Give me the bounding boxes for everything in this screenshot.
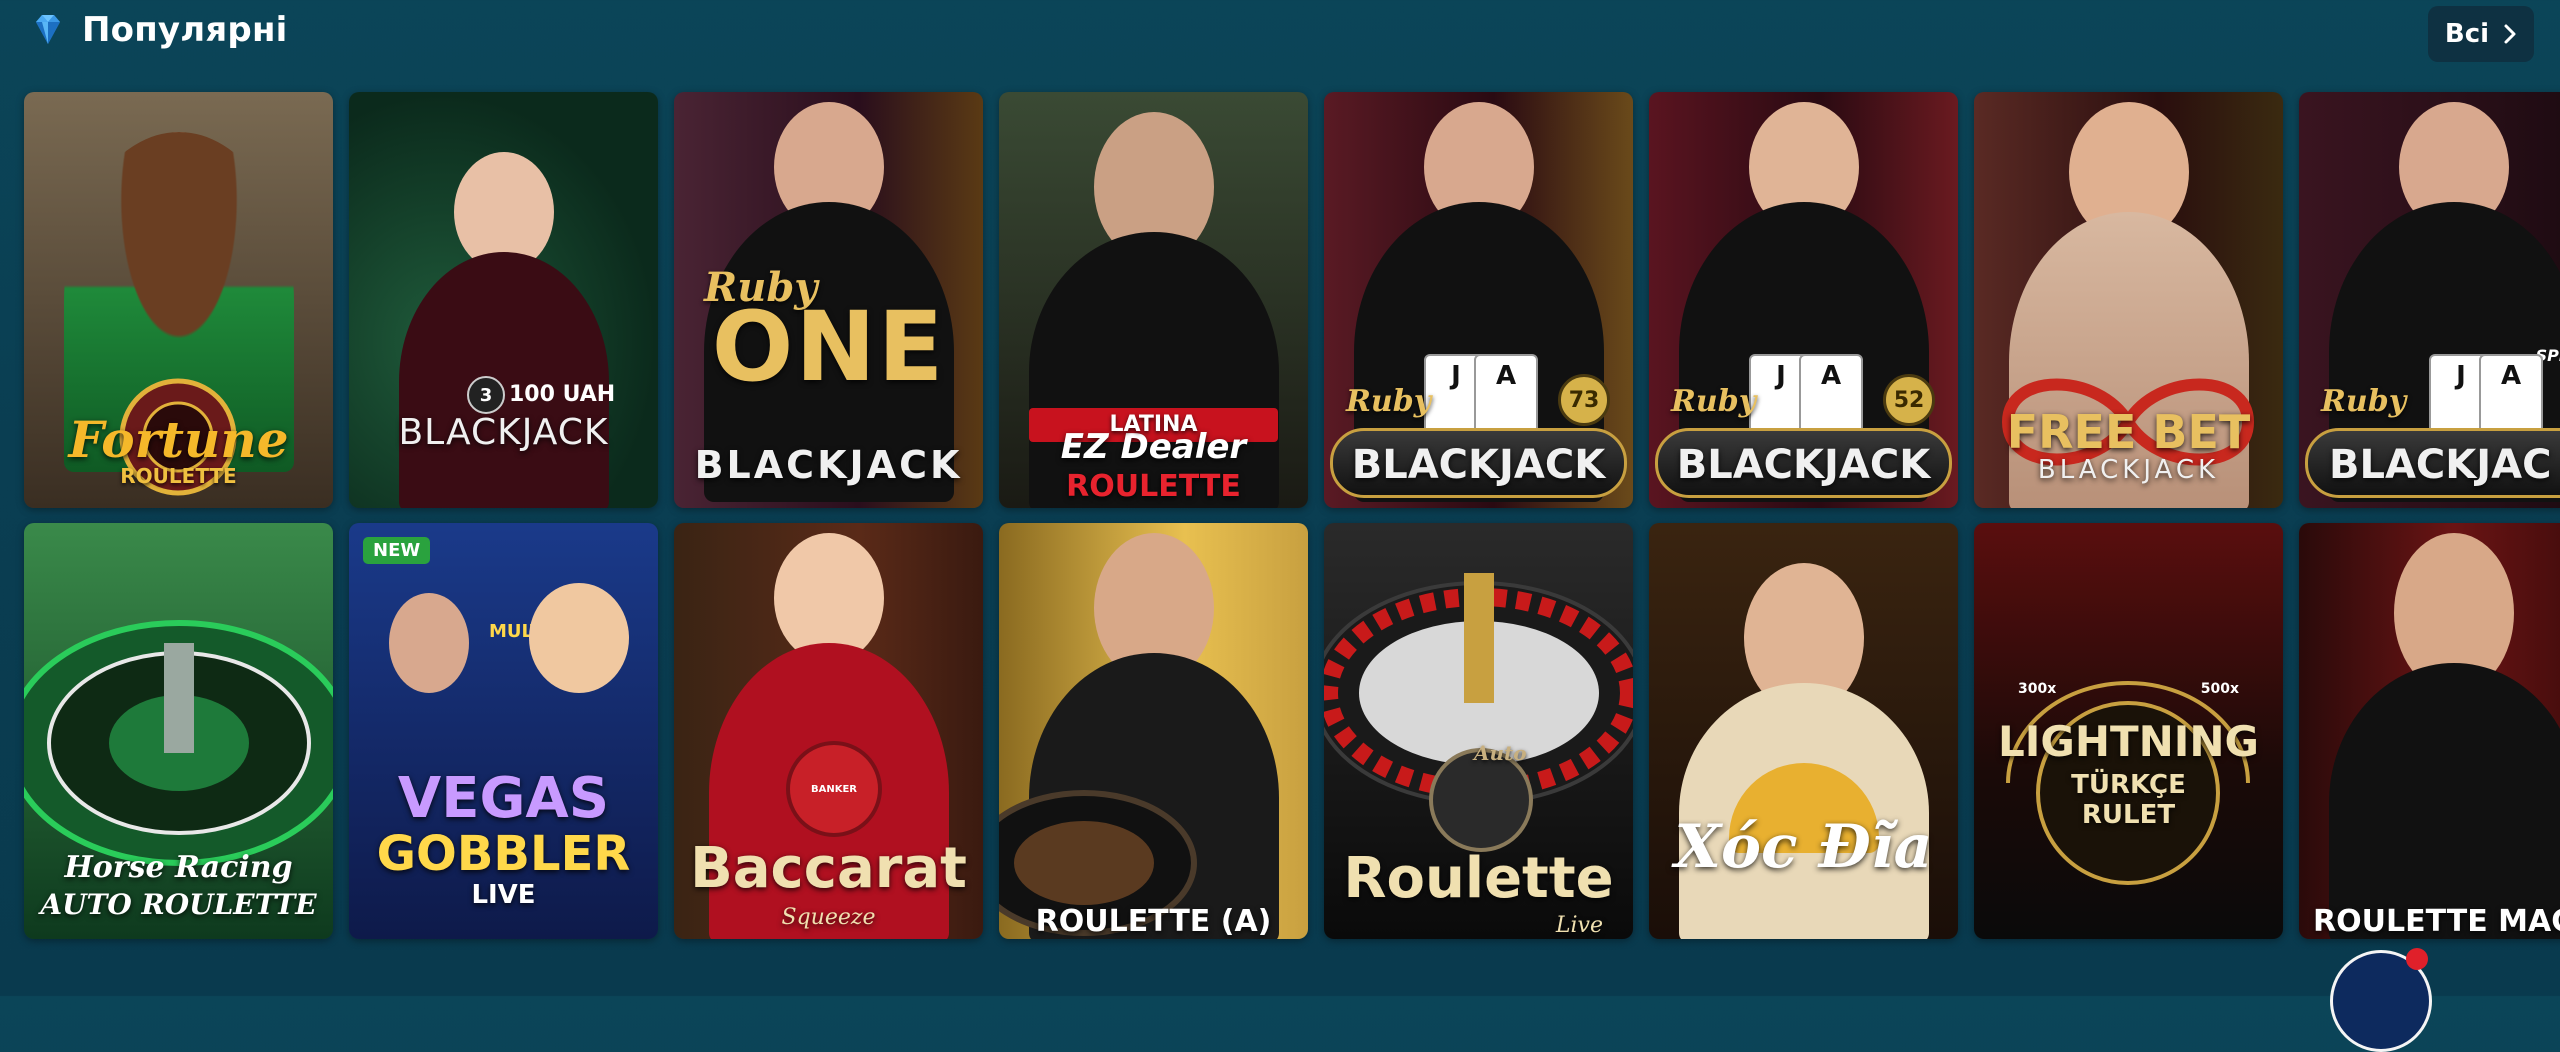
game-card-latina-ez-dealer-roulette[interactable]: LATINA LATINA EZ Dealer ROULETTE: [999, 92, 1308, 508]
game-title-free-bet: FREE BET: [1974, 408, 2283, 456]
game-card-fortune-roulette[interactable]: Fortune ROULETTE: [24, 92, 333, 508]
round-badge: 3: [467, 376, 505, 414]
section-header: Популярні Всі: [0, 0, 2560, 64]
game-title-turkce: TÜRKÇE: [1974, 772, 2283, 799]
mascot-head: [529, 583, 629, 693]
banker-chip: BANKER: [786, 741, 882, 837]
game-stake-label: 100 UAH: [509, 382, 615, 407]
game-title: BLACKJACK: [1324, 444, 1633, 486]
game-card-ruby-one-blackjack[interactable]: Ruby ONE BLACKJACK: [674, 92, 983, 508]
game-title-blackjack: BLACKJACK: [1974, 457, 2283, 484]
roulette-wheel-icon: [24, 583, 333, 883]
game-title-auto: Auto: [1474, 741, 1527, 765]
game-title-line2: ROULETTE: [24, 464, 333, 488]
multiplier-left: 300x: [2018, 681, 2056, 697]
game-brand: Ruby: [1346, 384, 1431, 419]
section-title: Популярні: [82, 10, 288, 50]
game-title: BLACKJACK: [1649, 444, 1958, 486]
game-title-live: Live: [1556, 914, 1603, 937]
game-title-roulette: ROULETTE: [999, 471, 1308, 503]
game-card-ruby-blackjack-73[interactable]: J A 73 Ruby BLACKJACK: [1324, 92, 1633, 508]
games-grid: Fortune ROULETTE 3 100 UAH BLACKJACK Rub…: [24, 92, 2560, 939]
game-card-horse-racing-auto-roulette[interactable]: Horse Racing AUTO ROULETTE: [24, 523, 333, 939]
game-card-free-bet-blackjack[interactable]: FREE BET BLACKJACK: [1974, 92, 2283, 508]
chevron-right-icon: [2503, 23, 2517, 45]
game-title-main: ONE: [674, 297, 983, 398]
game-title: ROULETTE MAC: [2313, 906, 2560, 938]
game-card-baccarat-squeeze[interactable]: BANKER Baccarat Squeeze: [674, 523, 983, 939]
multiplier-right: 500x: [2201, 681, 2239, 697]
game-card-ruby-speed-blackjack[interactable]: SPEED J A Ruby BLACKJAC: [2299, 92, 2560, 508]
diamond-icon: [28, 10, 68, 50]
playing-cards-icon-2: A: [1474, 354, 1538, 438]
view-all-button[interactable]: Всі: [2428, 6, 2534, 62]
new-badge: NEW: [363, 537, 430, 564]
game-card-ruby-blackjack-52[interactable]: J A 52 Ruby BLACKJACK: [1649, 92, 1958, 508]
game-title: ROULETTE (A): [999, 906, 1308, 938]
game-title-squeeze: Squeeze: [674, 906, 983, 929]
game-title-sub: BLACKJACK: [674, 446, 983, 486]
playing-cards-icon-2: A: [2479, 354, 2543, 438]
game-title-gobbler: GOBBLER: [349, 829, 658, 879]
table-number-badge: 73: [1558, 374, 1610, 426]
game-card-100-uah-blackjack[interactable]: 3 100 UAH BLACKJACK: [349, 92, 658, 508]
game-brand: Ruby: [2321, 384, 2406, 419]
game-title-lightning: LIGHTNING: [1974, 720, 2283, 764]
game-title-vegas: VEGAS: [349, 770, 658, 829]
game-card-xoc-dia[interactable]: Xóc Đĩa: [1649, 523, 1958, 939]
game-title-latina-text: LATINA: [999, 412, 1308, 437]
dealer-figure: [2329, 663, 2560, 939]
playing-cards-icon-2: A: [1799, 354, 1863, 438]
section-title-group: Популярні: [28, 10, 288, 50]
banker-chip-label: BANKER: [811, 784, 857, 795]
game-title-horse-racing: Horse Racing: [24, 852, 333, 884]
game-title-roulette: Roulette: [1324, 850, 1633, 909]
game-card-roulette-mac[interactable]: ROULETTE MAC: [2299, 523, 2560, 939]
game-title-baccarat: Baccarat: [674, 840, 983, 899]
game-card-lightning-turkce-rulet[interactable]: 300x 500x LIGHTNING TÜRKÇE RULET: [1974, 523, 2283, 939]
view-all-label: Всі: [2445, 19, 2489, 49]
game-title-live: LIVE: [349, 882, 658, 909]
game-title: BLACKJAC: [2329, 444, 2560, 486]
notification-dot: [2406, 948, 2428, 970]
game-title: BLACKJACK: [349, 414, 658, 452]
game-title-auto-roulette: AUTO ROULETTE: [24, 890, 333, 919]
game-card-vegas-gobbler-live[interactable]: NEW MULTI VEGAS GOBBLER LIVE: [349, 523, 658, 939]
game-title: Xóc Đĩa: [1649, 816, 1958, 879]
table-number-badge: 52: [1883, 374, 1935, 426]
game-brand: Ruby: [1671, 384, 1756, 419]
game-title-rulet: RULET: [1974, 802, 2283, 829]
game-card-roulette-a[interactable]: ROULETTE (A): [999, 523, 1308, 939]
host-head: [389, 593, 469, 693]
dealer-figure: [399, 252, 609, 508]
game-title-line1: Fortune: [24, 414, 333, 467]
game-card-auto-roulette-live[interactable]: Auto Roulette Live: [1324, 523, 1633, 939]
